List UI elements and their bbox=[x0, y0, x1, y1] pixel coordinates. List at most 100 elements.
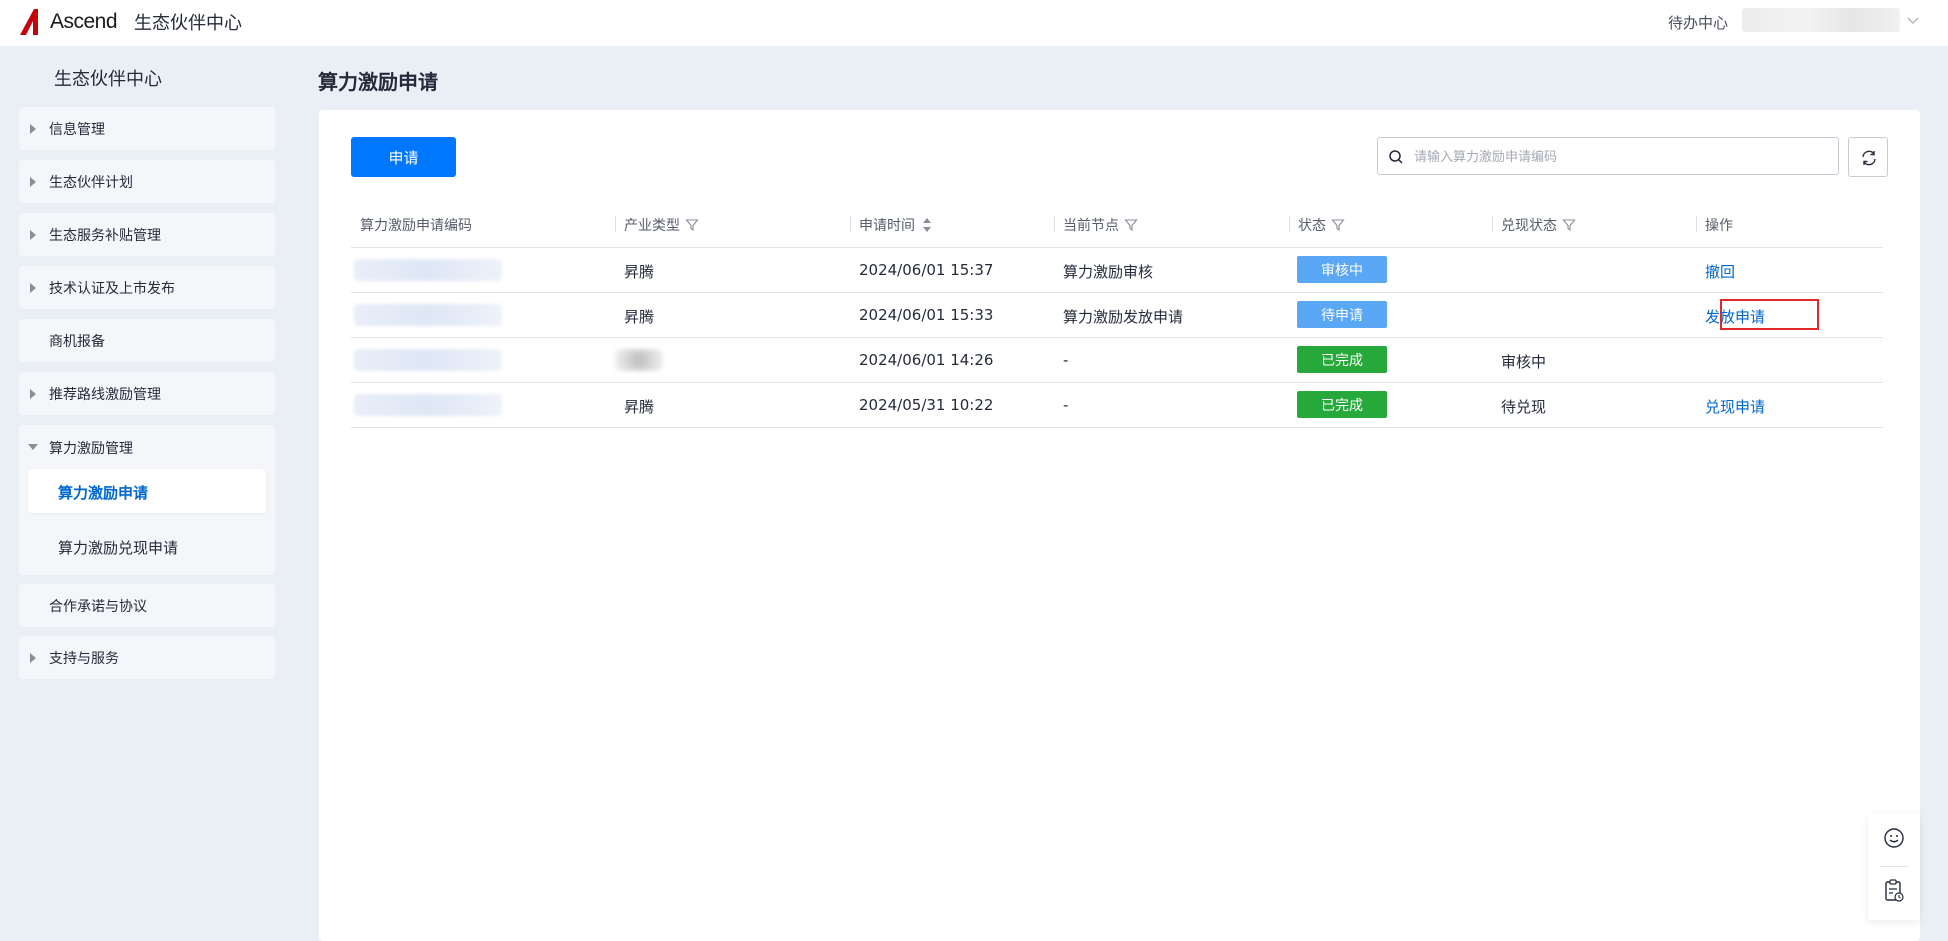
sort-icon[interactable] bbox=[922, 217, 932, 233]
table-row: 昇腾 2024/05/31 10:22 - 已完成 待兑现 兑现申请 bbox=[351, 383, 1883, 428]
sidebar-title: 生态伙伴中心 bbox=[54, 69, 162, 90]
apply-time: 2024/06/01 14:26 bbox=[859, 351, 994, 369]
sidebar-item-opportunity-report[interactable]: 商机报备 bbox=[19, 319, 275, 362]
table-row: 昇腾 2024/06/01 15:37 算力激励审核 审核中 撤回 bbox=[351, 248, 1883, 293]
sidebar-item-tech-certification[interactable]: 技术认证及上市发布 bbox=[19, 266, 275, 309]
caret-right-icon bbox=[30, 177, 36, 187]
sidebar-item-label: 推荐路线激励管理 bbox=[49, 386, 161, 403]
apply-button[interactable]: 申请 bbox=[351, 137, 456, 177]
application-code[interactable] bbox=[354, 304, 502, 326]
column-header-cash-status: 兑现状态 bbox=[1501, 215, 1576, 235]
current-node: 算力激励审核 bbox=[1063, 263, 1154, 281]
column-header-action: 操作 bbox=[1705, 215, 1733, 235]
column-header-code: 算力激励申请编码 bbox=[360, 215, 472, 235]
sidebar-item-route-incentive[interactable]: 推荐路线激励管理 bbox=[19, 372, 275, 415]
sidebar-group-compute-incentive: 算力激励管理 算力激励申请 算力激励兑现申请 bbox=[19, 425, 275, 575]
column-divider bbox=[850, 216, 851, 232]
search-box[interactable] bbox=[1377, 137, 1839, 175]
caret-right-icon bbox=[30, 124, 36, 134]
sidebar-item-service-subsidy[interactable]: 生态服务补贴管理 bbox=[19, 213, 275, 256]
todo-center-link[interactable]: 待办中心 bbox=[1668, 12, 1728, 33]
status-badge: 已完成 bbox=[1297, 391, 1387, 418]
industry-type: 昇腾 bbox=[624, 263, 655, 281]
current-node: - bbox=[1063, 396, 1069, 414]
floating-tool-panel bbox=[1868, 813, 1920, 920]
application-code[interactable] bbox=[354, 259, 502, 281]
top-bar: Ascend 生态伙伴中心 待办中心 bbox=[0, 0, 1948, 46]
application-code[interactable] bbox=[354, 349, 502, 371]
column-header-label: 算力激励申请编码 bbox=[360, 218, 472, 234]
sidebar-item-cooperation-agreement[interactable]: 合作承诺与协议 bbox=[19, 584, 275, 627]
column-divider bbox=[1289, 216, 1290, 232]
sidebar-item-label: 支持与服务 bbox=[49, 650, 119, 667]
search-input[interactable] bbox=[1412, 139, 1836, 175]
caret-down-icon bbox=[28, 444, 38, 450]
sidebar-item-label: 算力激励管理 bbox=[49, 441, 133, 457]
industry-type: 昇腾 bbox=[624, 308, 655, 326]
column-header-label: 操作 bbox=[1705, 218, 1733, 234]
column-header-label: 产业类型 bbox=[624, 218, 680, 234]
industry-type-blurred bbox=[615, 349, 663, 371]
search-icon bbox=[1389, 150, 1403, 164]
caret-right-icon bbox=[30, 389, 36, 399]
column-header-label: 当前节点 bbox=[1063, 218, 1119, 234]
apply-time: 2024/05/31 10:22 bbox=[859, 396, 994, 414]
status-badge: 已完成 bbox=[1297, 346, 1387, 373]
ascend-logo-icon bbox=[20, 9, 38, 35]
logo-text: Ascend bbox=[50, 10, 118, 33]
column-divider bbox=[615, 216, 616, 232]
sidebar-subitem-label: 算力激励申请 bbox=[58, 484, 149, 502]
status-badge: 审核中 bbox=[1297, 256, 1387, 283]
smile-icon[interactable] bbox=[1883, 827, 1905, 849]
column-header-time: 申请时间 bbox=[859, 215, 932, 235]
status-badge: 待申请 bbox=[1297, 301, 1387, 328]
column-header-label: 兑现状态 bbox=[1501, 218, 1557, 234]
withdraw-link[interactable]: 撤回 bbox=[1705, 261, 1735, 282]
column-header-label: 状态 bbox=[1298, 218, 1326, 234]
divider bbox=[1880, 866, 1908, 867]
industry-type: 昇腾 bbox=[624, 398, 655, 416]
refresh-button[interactable] bbox=[1848, 137, 1888, 177]
user-account[interactable] bbox=[1742, 8, 1900, 32]
sidebar-item-label: 信息管理 bbox=[49, 121, 105, 138]
cash-status: 审核中 bbox=[1501, 353, 1547, 371]
sidebar-item-support-service[interactable]: 支持与服务 bbox=[19, 636, 275, 679]
caret-right-icon bbox=[30, 653, 36, 663]
refresh-icon bbox=[1862, 150, 1876, 166]
sidebar-item-label: 生态服务补贴管理 bbox=[49, 227, 161, 244]
sidebar-item-info-management[interactable]: 信息管理 bbox=[19, 107, 275, 150]
filter-icon[interactable] bbox=[685, 218, 699, 232]
apply-time: 2024/06/01 15:37 bbox=[859, 261, 994, 279]
sidebar-item-compute-incentive[interactable]: 算力激励管理 bbox=[19, 425, 275, 468]
logo[interactable]: Ascend bbox=[18, 6, 118, 38]
issue-apply-link[interactable]: 发放申请 bbox=[1705, 306, 1765, 327]
column-header-node: 当前节点 bbox=[1063, 215, 1138, 235]
filter-icon[interactable] bbox=[1331, 218, 1345, 232]
sidebar-item-label: 技术认证及上市发布 bbox=[49, 280, 175, 297]
cash-apply-link[interactable]: 兑现申请 bbox=[1705, 396, 1765, 417]
column-divider bbox=[1054, 216, 1055, 232]
column-header-label: 申请时间 bbox=[859, 218, 915, 234]
column-header-status: 状态 bbox=[1298, 215, 1345, 235]
column-header-type: 产业类型 bbox=[624, 215, 699, 235]
column-divider bbox=[1492, 216, 1493, 232]
apply-time: 2024/06/01 15:33 bbox=[859, 306, 994, 324]
site-title[interactable]: 生态伙伴中心 bbox=[134, 9, 242, 35]
sidebar-subitem-compute-cash-apply[interactable]: 算力激励兑现申请 bbox=[58, 537, 178, 558]
filter-icon[interactable] bbox=[1124, 218, 1138, 232]
sidebar-item-partner-program[interactable]: 生态伙伴计划 bbox=[19, 160, 275, 203]
current-node: 算力激励发放申请 bbox=[1063, 308, 1184, 326]
sidebar-item-label: 生态伙伴计划 bbox=[49, 174, 133, 191]
table-header: 算力激励申请编码 产业类型 申请时间 当前节点 状态 兑现状态 操作 bbox=[351, 198, 1883, 248]
table-row: 2024/06/01 14:26 - 已完成 审核中 bbox=[351, 338, 1883, 383]
application-code[interactable] bbox=[354, 394, 502, 416]
filter-icon[interactable] bbox=[1562, 218, 1576, 232]
incentive-table: 算力激励申请编码 产业类型 申请时间 当前节点 状态 兑现状态 操作 昇腾 20… bbox=[351, 198, 1883, 428]
current-node: - bbox=[1063, 351, 1069, 369]
caret-right-icon bbox=[30, 230, 36, 240]
cash-status: 待兑现 bbox=[1501, 398, 1547, 416]
table-row: 昇腾 2024/06/01 15:33 算力激励发放申请 待申请 发放申请 bbox=[351, 293, 1883, 338]
chevron-down-icon[interactable] bbox=[1906, 13, 1920, 27]
sidebar-subitem-compute-apply[interactable]: 算力激励申请 bbox=[28, 469, 266, 513]
clipboard-icon[interactable] bbox=[1883, 879, 1905, 903]
